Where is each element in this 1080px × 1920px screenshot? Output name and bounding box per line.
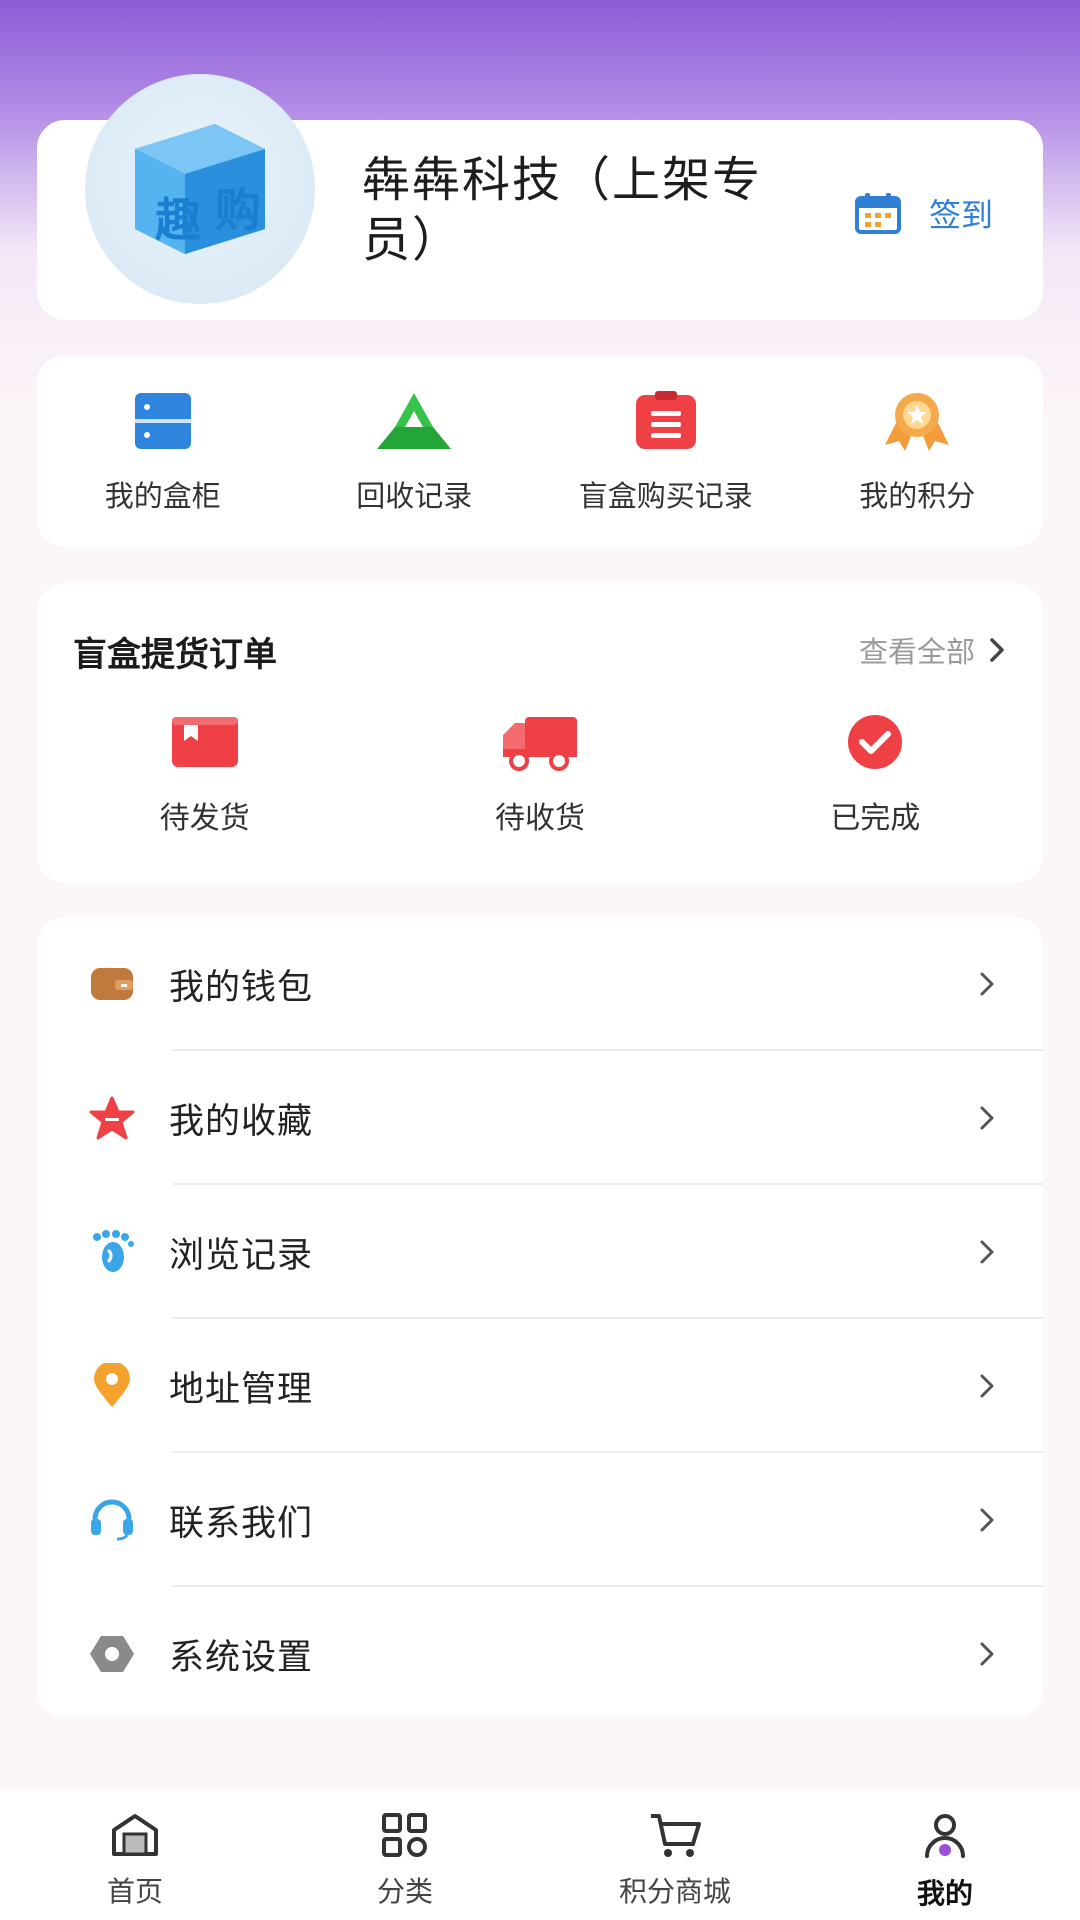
quick-recycle-record[interactable]: 回收记录 (289, 355, 541, 547)
quick-my-points[interactable]: 我的积分 (792, 355, 1044, 547)
profile-icon (925, 1814, 965, 1858)
chevron-right-icon (980, 1508, 994, 1532)
clipboard-icon (635, 391, 696, 449)
quick-my-cabinet[interactable]: 我的盒柜 (37, 355, 289, 547)
chevron-right-icon (980, 1240, 994, 1264)
chevron-right-icon (980, 1106, 994, 1130)
bottom-nav: 首页 分类 积分商城 我的 (0, 1790, 1080, 1920)
category-icon (382, 1813, 427, 1857)
order-completed[interactable]: 已完成 (708, 713, 1043, 837)
orders-card: 盲盒提货订单 查看全部 待发货 待收货 已完成 (37, 583, 1043, 883)
menu-my-favorites[interactable]: 我的收藏 (37, 1051, 1043, 1185)
nav-home[interactable]: 首页 (0, 1790, 270, 1920)
orders-title: 盲盒提货订单 (73, 635, 277, 675)
package-icon (171, 717, 238, 767)
chevron-right-icon (980, 1374, 994, 1398)
orders-status-row: 待发货 待收货 已完成 (37, 713, 1043, 837)
signin-label: 签到 (928, 196, 993, 234)
star-icon (89, 1096, 135, 1140)
chevron-right-icon (980, 972, 994, 996)
user-name: 犇犇科技（上架专员） (362, 152, 763, 268)
truck-icon (502, 717, 577, 771)
menu-label: 系统设置 (169, 1637, 314, 1678)
menu-card: 我的钱包 我的收藏 浏览记录 地址管理 联系我们 系统设置 (37, 917, 1043, 1717)
check-circle-icon (848, 715, 903, 769)
view-all-label: 查看全部 (858, 635, 975, 669)
wallet-icon (91, 968, 133, 1000)
recycle-icon (377, 393, 452, 449)
menu-my-wallet[interactable]: 我的钱包 (37, 917, 1043, 1051)
nav-label: 我的 (916, 1877, 973, 1910)
avatar[interactable]: 趣 购 (85, 74, 315, 304)
menu-system-settings[interactable]: 系统设置 (37, 1587, 1043, 1721)
menu-contact-us[interactable]: 联系我们 (37, 1453, 1043, 1587)
order-pending-receipt[interactable]: 待收货 (372, 713, 707, 837)
order-pending-shipment[interactable]: 待发货 (37, 713, 372, 837)
chevron-right-icon (980, 1642, 994, 1666)
menu-browse-history[interactable]: 浏览记录 (37, 1185, 1043, 1319)
menu-label: 我的收藏 (169, 1101, 314, 1142)
nav-category[interactable]: 分类 (270, 1790, 540, 1920)
quick-blindbox-purchase[interactable]: 盲盒购买记录 (540, 355, 792, 547)
order-label: 待发货 (159, 801, 250, 836)
quick-label: 回收记录 (356, 479, 473, 513)
quick-label: 盲盒购买记录 (578, 479, 753, 513)
quick-label: 我的积分 (859, 479, 976, 513)
nav-label: 分类 (376, 1875, 433, 1908)
menu-label: 浏览记录 (169, 1235, 314, 1276)
avatar-text-2: 购 (215, 183, 261, 237)
headset-icon (91, 1499, 133, 1541)
quick-label: 我的盒柜 (104, 479, 221, 513)
cart-icon (651, 1814, 701, 1857)
signin-button[interactable]: 签到 (854, 190, 993, 236)
chevron-right-icon (990, 638, 1004, 662)
calendar-icon (854, 193, 901, 234)
order-label: 待收货 (494, 801, 585, 836)
home-icon (112, 1814, 158, 1856)
menu-label: 地址管理 (169, 1369, 314, 1410)
menu-label: 我的钱包 (169, 967, 314, 1008)
location-icon (94, 1363, 130, 1407)
nav-mine[interactable]: 我的 (810, 1790, 1080, 1920)
nav-label: 首页 (106, 1875, 163, 1908)
settings-icon (90, 1636, 134, 1672)
order-label: 已完成 (830, 801, 921, 836)
avatar-text-1: 趣 (155, 193, 201, 247)
nav-points-mall[interactable]: 积分商城 (540, 1790, 810, 1920)
quick-actions-card: 我的盒柜 回收记录 盲盒购买记录 我的积分 (37, 355, 1043, 547)
profile-card: 趣 购 犇犇科技（上架专员） 签到 (37, 74, 1043, 320)
medal-icon (885, 393, 950, 451)
menu-label: 联系我们 (169, 1503, 314, 1544)
footprint-icon (93, 1230, 134, 1272)
cabinet-icon (134, 393, 191, 449)
menu-address-management[interactable]: 地址管理 (37, 1319, 1043, 1453)
view-all-orders-link[interactable]: 查看全部 (859, 629, 1005, 671)
nav-label: 积分商城 (618, 1875, 731, 1908)
